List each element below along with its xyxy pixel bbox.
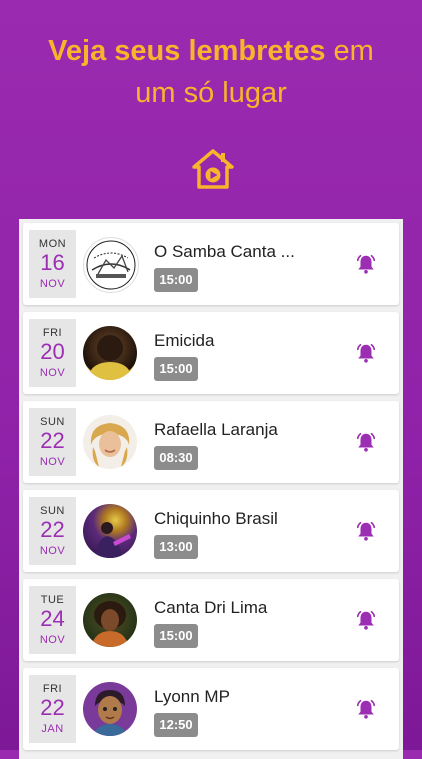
day-of-week: MON bbox=[38, 238, 67, 250]
date-block: FRI 22 JAN bbox=[29, 675, 76, 743]
artist-name: Emicida bbox=[154, 331, 215, 350]
bell-icon[interactable] bbox=[355, 698, 377, 720]
day-number: 22 bbox=[40, 517, 65, 542]
artist-photo-avatar bbox=[83, 593, 137, 647]
bell-icon[interactable] bbox=[355, 342, 377, 364]
artist-photo-avatar bbox=[83, 326, 137, 380]
month: NOV bbox=[39, 456, 66, 468]
reminder-card[interactable]: FRI 22 JAN Lyonn MP 12:50 bbox=[23, 668, 399, 750]
headline-light: em bbox=[325, 35, 374, 67]
date-block: SUN 22 NOV bbox=[29, 408, 76, 476]
time-badge: 12:50 bbox=[154, 713, 198, 737]
day-of-week: SUN bbox=[40, 505, 65, 517]
artist-name: Canta Dri Lima bbox=[154, 598, 268, 617]
time-badge: 15:00 bbox=[154, 624, 198, 648]
day-number: 16 bbox=[40, 250, 65, 275]
time-badge: 15:00 bbox=[154, 268, 198, 292]
bell-icon[interactable] bbox=[355, 609, 377, 631]
reminder-list: MON 16 NOV O Samba Canta ... 15:00 FRI 2… bbox=[19, 219, 403, 759]
artist-photo-avatar bbox=[83, 415, 137, 469]
day-of-week: FRI bbox=[42, 327, 63, 339]
day-number: 22 bbox=[40, 695, 65, 720]
artist-name: Rafaella Laranja bbox=[154, 420, 278, 439]
day-of-week: SUN bbox=[40, 416, 65, 428]
day-number: 22 bbox=[40, 428, 65, 453]
headline-line-2: um só lugar bbox=[135, 77, 287, 109]
date-block: SUN 22 NOV bbox=[29, 497, 76, 565]
reminder-card[interactable]: FRI 20 NOV Emicida 15:00 bbox=[23, 312, 399, 394]
artist-name: Lyonn MP bbox=[154, 687, 230, 706]
samba-logo-avatar bbox=[83, 237, 139, 293]
date-block: MON 16 NOV bbox=[29, 230, 76, 298]
reminder-card[interactable]: TUE 24 NOV Canta Dri Lima 15:00 bbox=[23, 579, 399, 661]
headline: Veja seus lembretes em um só lugar bbox=[0, 30, 422, 114]
day-number: 24 bbox=[40, 606, 65, 631]
cartoon-avatar bbox=[83, 682, 137, 736]
bell-icon[interactable] bbox=[355, 253, 377, 275]
reminder-card[interactable]: MON 16 NOV O Samba Canta ... 15:00 bbox=[23, 223, 399, 305]
home-play-icon bbox=[192, 149, 234, 189]
time-badge: 08:30 bbox=[154, 446, 198, 470]
date-block: TUE 24 NOV bbox=[29, 586, 76, 654]
month: JAN bbox=[41, 723, 64, 735]
artist-name: O Samba Canta ... bbox=[154, 242, 295, 261]
reminder-card[interactable]: SUN 22 NOV Rafaella Laranja 08:30 bbox=[23, 401, 399, 483]
time-badge: 15:00 bbox=[154, 357, 198, 381]
month: NOV bbox=[39, 278, 66, 290]
date-block: FRI 20 NOV bbox=[29, 319, 76, 387]
reminder-card[interactable]: SUN 22 NOV Chiquinho Brasil 13:00 bbox=[23, 490, 399, 572]
artist-photo-avatar bbox=[83, 504, 137, 558]
day-of-week: FRI bbox=[42, 683, 63, 695]
month: NOV bbox=[39, 545, 66, 557]
bell-icon[interactable] bbox=[355, 431, 377, 453]
time-badge: 13:00 bbox=[154, 535, 198, 559]
month: NOV bbox=[39, 634, 66, 646]
day-of-week: TUE bbox=[40, 594, 65, 606]
month: NOV bbox=[39, 367, 66, 379]
day-number: 20 bbox=[40, 339, 65, 364]
bell-icon[interactable] bbox=[355, 520, 377, 542]
artist-name: Chiquinho Brasil bbox=[154, 509, 278, 528]
headline-bold: Veja seus lembretes bbox=[48, 35, 326, 67]
